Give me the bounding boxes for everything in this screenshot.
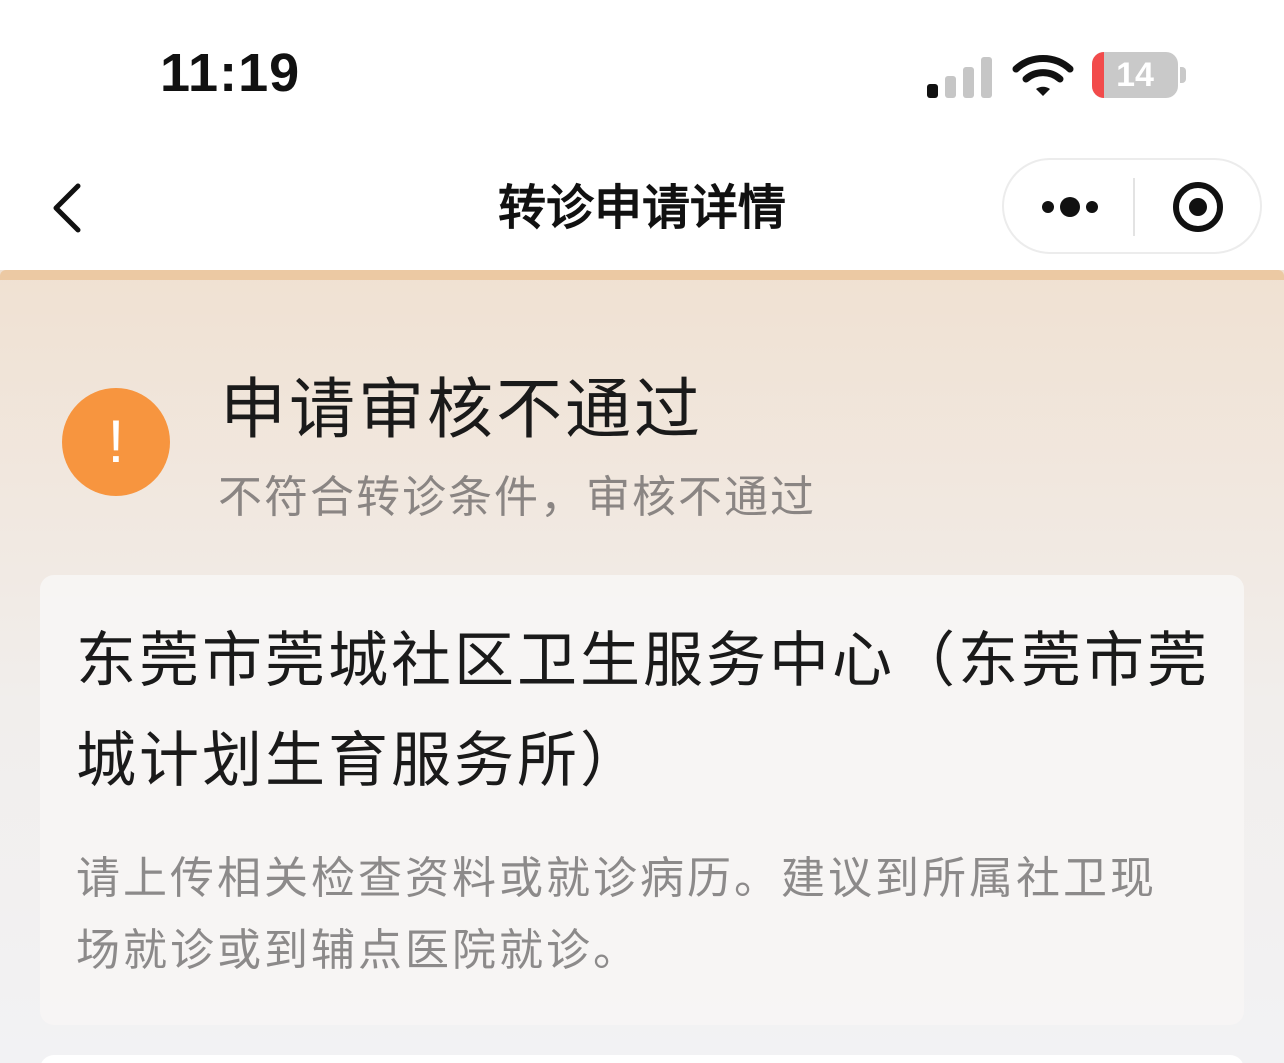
- institution-card: 东莞市莞城社区卫生服务中心（东莞市莞城计划生育服务所） 请上传相关检查资料或就诊…: [40, 575, 1244, 1025]
- advice-note: 请上传相关检查资料或就诊病历。建议到所属社卫现场就诊或到辅点医院就诊。: [76, 853, 1157, 976]
- institution-name: 东莞市莞城社区卫生服务中心（东莞市莞城计划生育服务所）: [76, 626, 1210, 796]
- wifi-icon: [1012, 55, 1074, 96]
- mini-program-capsule: [1002, 158, 1262, 254]
- status-bar: 11:19 14: [0, 0, 1284, 150]
- battery-cap: [1180, 67, 1186, 83]
- cellular-signal-icon: [927, 57, 992, 98]
- capsule-divider: [1133, 178, 1135, 236]
- nav-bar: 转诊申请详情: [0, 150, 1284, 270]
- battery-level-text: 14: [1116, 56, 1154, 94]
- next-card-edge: [40, 1055, 1244, 1063]
- status-time: 11:19: [160, 43, 301, 103]
- exclamation-mark: !: [107, 408, 125, 475]
- status-title: 申请审核不通过: [220, 371, 703, 448]
- exclamation-icon: !: [62, 388, 170, 496]
- page: 11:19 14 转诊申请详情 ! 申请审核不通过 不符合转诊条件，审核不通过 …: [0, 0, 1284, 1063]
- target-close-icon[interactable]: [1136, 160, 1260, 252]
- status-header-accent: [0, 270, 1284, 280]
- more-dots-icon[interactable]: [1004, 160, 1134, 252]
- battery-body: 14: [1092, 52, 1178, 98]
- battery-indicator: 14: [1092, 52, 1190, 98]
- status-reason: 不符合转诊条件，审核不通过: [218, 472, 816, 523]
